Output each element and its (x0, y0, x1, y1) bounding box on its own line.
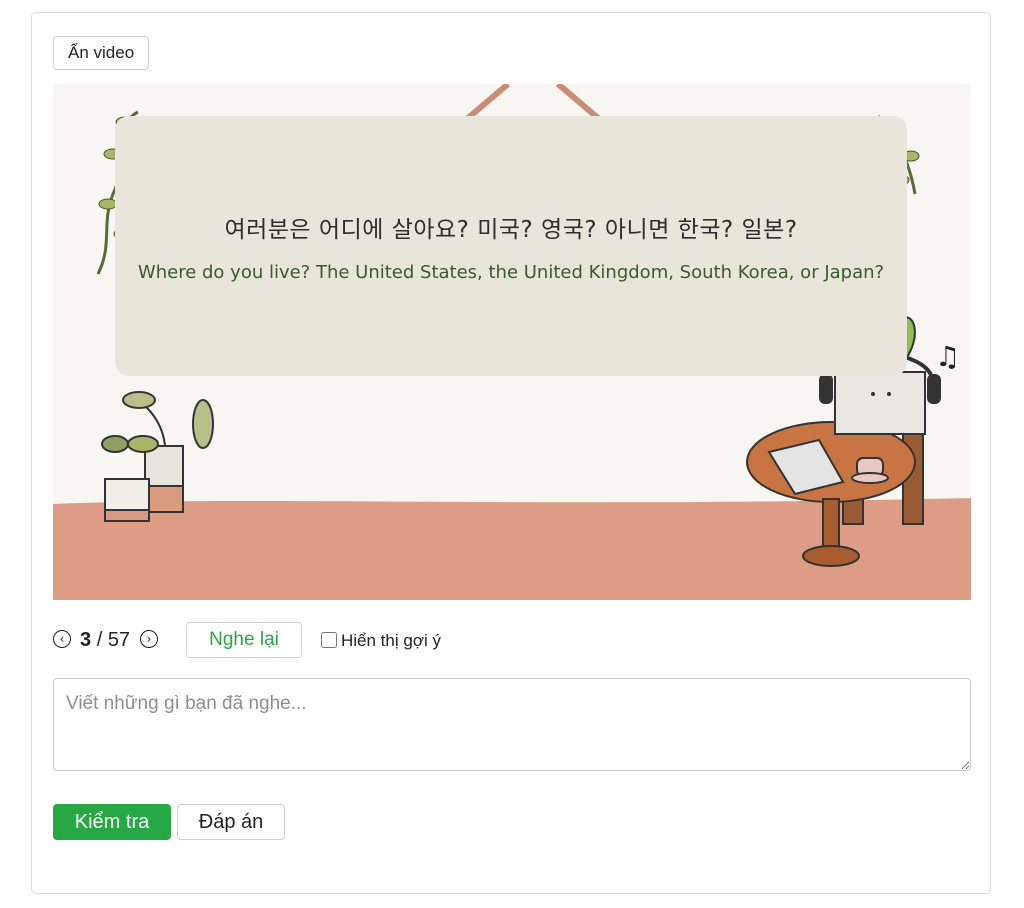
subtitle-korean: 여러분은 어디에 살아요? 미국? 영국? 아니면 한국? 일본? (224, 217, 798, 243)
subtitle-panel: 여러분은 어디에 살아요? 미국? 영국? 아니면 한국? 일본? Where … (115, 116, 907, 376)
video-player[interactable]: ♫ 여러분은 어디에 살아요? 미국? 영국? 아니면 한국? 일본? Wher… (53, 84, 971, 600)
subtitle-english: Where do you live? The United States, th… (137, 262, 885, 283)
sentence-counter: 3 / 57 (80, 629, 130, 652)
svg-text:♫: ♫ (935, 340, 960, 373)
show-answer-button[interactable]: Đáp án (177, 804, 285, 840)
check-button[interactable]: Kiểm tra (53, 804, 171, 840)
answer-input[interactable] (53, 678, 971, 771)
total-sentence-count: 57 (107, 629, 131, 651)
replay-button[interactable]: Nghe lại (186, 622, 302, 658)
counter-separator: / (96, 629, 103, 651)
show-hint-label: Hiển thị gợi ý (341, 631, 441, 650)
previous-sentence-icon[interactable]: ‹ (53, 630, 71, 648)
current-sentence-number: 3 (80, 629, 92, 651)
show-hint-checkbox[interactable] (321, 632, 337, 648)
next-sentence-icon[interactable]: › (140, 630, 158, 648)
hide-video-button[interactable]: Ẩn video (53, 36, 150, 70)
playback-controls: ‹ 3 / 57 › Nghe lại Hiển thị gợi ý (53, 622, 753, 658)
show-hint-toggle[interactable]: Hiển thị gợi ý (321, 631, 441, 651)
dictation-card: Ẩn video ♫ 여러분은 어디에 살아요? 미국? 영국? 아니면 한국?… (31, 12, 991, 894)
